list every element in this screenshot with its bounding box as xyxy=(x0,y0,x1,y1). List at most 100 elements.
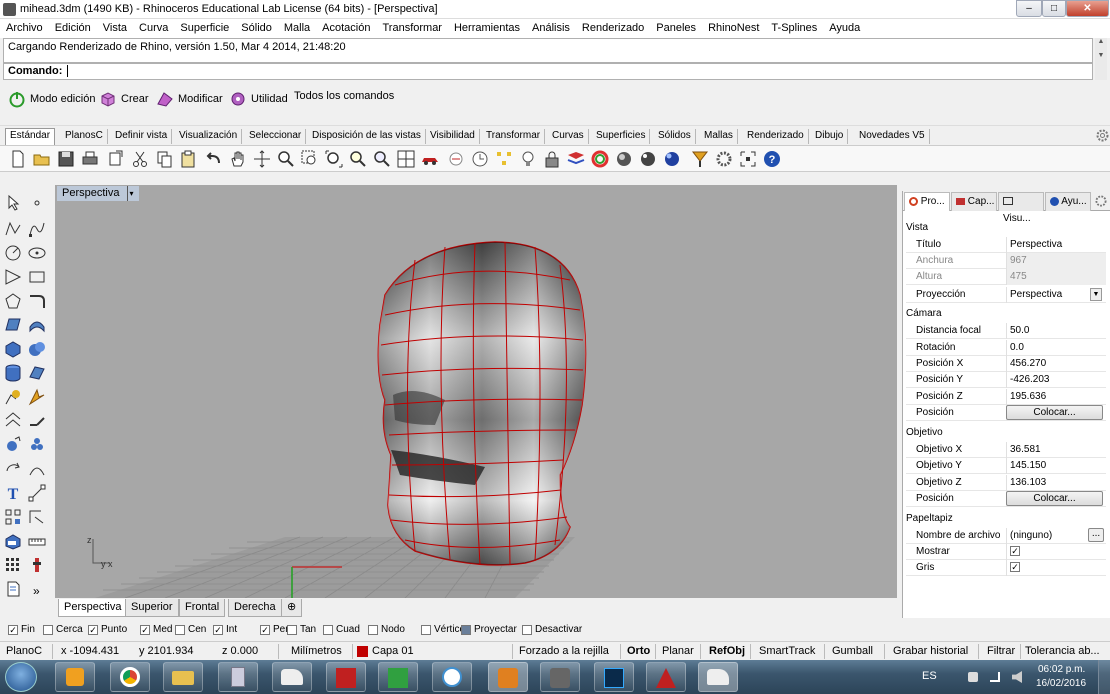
status-gumball[interactable]: Gumball xyxy=(832,645,873,657)
osnap-vertice[interactable]: Vértice xyxy=(421,624,465,635)
tab-help[interactable]: Ayu... xyxy=(1045,192,1091,211)
tab-estandar[interactable]: Estándar xyxy=(5,128,56,145)
menu-ayuda[interactable]: Ayuda xyxy=(823,19,866,37)
taskbar-photoshop-icon[interactable] xyxy=(594,662,634,692)
tab-frontal[interactable]: Frontal xyxy=(179,599,226,617)
osnap-checkbox[interactable]: ✓ xyxy=(260,624,270,635)
osnap-cuad[interactable]: Cuad xyxy=(323,624,360,635)
osnap-med[interactable]: ✓ Med xyxy=(140,624,172,635)
curve-icon[interactable] xyxy=(27,219,47,239)
clock-time[interactable]: 06:02 p.m. xyxy=(1038,664,1085,675)
pan-hand-icon[interactable] xyxy=(228,149,248,169)
objetivo-x-field[interactable]: 36.581 xyxy=(1006,442,1106,458)
rotacion-field[interactable]: 0.0 xyxy=(1006,340,1106,356)
menu-malla[interactable]: Malla xyxy=(278,19,316,37)
set-view-icon[interactable] xyxy=(446,149,466,169)
target-place-button[interactable]: Colocar... xyxy=(1006,491,1103,506)
rotate-view-icon[interactable] xyxy=(252,149,272,169)
text-icon[interactable]: T xyxy=(3,483,23,503)
rectangle-icon[interactable] xyxy=(27,267,47,287)
tab-planosc[interactable]: PlanosC xyxy=(61,129,108,144)
tab-renderizado[interactable]: Renderizado xyxy=(743,129,809,144)
menu-paneles[interactable]: Paneles xyxy=(650,19,702,37)
open-folder-icon[interactable] xyxy=(32,149,52,169)
new-file-icon[interactable] xyxy=(8,149,28,169)
menu-herramientas[interactable]: Herramientas xyxy=(448,19,526,37)
rhino-app-icon[interactable] xyxy=(3,3,16,16)
minimize-button[interactable]: – xyxy=(1016,0,1042,17)
panel-gear-icon[interactable] xyxy=(1095,195,1107,207)
explode-icon[interactable] xyxy=(27,387,47,407)
shell-icon[interactable] xyxy=(3,435,23,455)
four-views-icon[interactable] xyxy=(396,149,416,169)
zoom-window-icon[interactable] xyxy=(300,149,320,169)
posicion-x-field[interactable]: 456.270 xyxy=(1006,356,1106,372)
tab-perspectiva[interactable]: Perspectiva xyxy=(58,599,128,617)
project-icon[interactable] xyxy=(27,507,47,527)
cylinder-icon[interactable] xyxy=(3,363,23,383)
perspective-viewport[interactable]: z y x xyxy=(55,185,897,598)
volume-icon[interactable] xyxy=(1012,671,1022,683)
blue-sphere-icon[interactable] xyxy=(662,149,682,169)
surface-icon[interactable] xyxy=(3,315,23,335)
select-points-icon[interactable] xyxy=(494,149,514,169)
tab-curvas[interactable]: Curvas xyxy=(548,129,589,144)
lock-icon[interactable] xyxy=(542,149,562,169)
select-arrow-icon[interactable] xyxy=(3,193,23,213)
fillet-icon[interactable] xyxy=(27,291,47,311)
command-scrollbar[interactable]: ▲ ▼ xyxy=(1095,38,1107,80)
tab-solidos[interactable]: Sólidos xyxy=(654,129,696,144)
menu-edicion[interactable]: Edición xyxy=(49,19,97,37)
zoom-selected-icon[interactable] xyxy=(348,149,368,169)
osnap-tan[interactable]: Tan xyxy=(287,624,316,635)
boolean-union-icon[interactable] xyxy=(27,339,47,359)
objetivo-y-field[interactable]: 145.150 xyxy=(1006,458,1106,474)
taskbar-vray-icon[interactable] xyxy=(646,662,686,692)
osnap-punto[interactable]: ✓ Punto xyxy=(88,624,127,635)
polyline-icon[interactable] xyxy=(3,219,23,239)
lightbulb-icon[interactable] xyxy=(518,149,538,169)
tab-novedades[interactable]: Novedades V5 xyxy=(855,129,930,144)
print-icon[interactable] xyxy=(80,149,100,169)
language-indicator[interactable]: ES xyxy=(922,670,937,682)
osnap-cen[interactable]: Cen xyxy=(175,624,206,635)
status-layer[interactable]: Capa 01 xyxy=(372,645,414,657)
render-sphere-icon[interactable] xyxy=(638,149,658,169)
polygon-icon[interactable] xyxy=(3,291,23,311)
tab-transformar[interactable]: Transformar xyxy=(482,129,546,144)
show-desktop-button[interactable] xyxy=(1098,660,1110,694)
copy-icon[interactable] xyxy=(154,149,174,169)
osnap-checkbox[interactable]: ✓ xyxy=(213,624,223,635)
osnap-checkbox[interactable] xyxy=(43,624,53,635)
posicion-z-field[interactable]: 195.636 xyxy=(1006,389,1106,405)
head-model[interactable] xyxy=(377,241,587,566)
grid-dots-icon[interactable] xyxy=(3,555,23,575)
objetivo-z-field[interactable]: 136.103 xyxy=(1006,475,1106,491)
osnap-checkbox[interactable] xyxy=(323,624,333,635)
arc-icon[interactable] xyxy=(3,267,23,287)
dimension-icon[interactable] xyxy=(27,483,47,503)
camera-place-button[interactable]: Colocar... xyxy=(1006,405,1103,420)
add-tab-icon[interactable]: ⊕ xyxy=(281,599,303,617)
shaded-sphere-icon[interactable] xyxy=(614,149,634,169)
clock-date[interactable]: 16/02/2016 xyxy=(1036,678,1086,689)
focal-field[interactable]: 50.0 xyxy=(1006,323,1106,339)
menu-tsplines[interactable]: T-Splines xyxy=(765,19,823,37)
osnap-proyectar[interactable]: Proyectar xyxy=(461,624,517,635)
taskbar-rhino-active-icon[interactable] xyxy=(698,662,738,692)
osnap-checkbox[interactable] xyxy=(461,624,471,635)
more-tools-chevron-icon[interactable]: » xyxy=(33,584,53,604)
join-icon[interactable] xyxy=(27,411,47,431)
status-history[interactable]: Grabar historial xyxy=(893,645,968,657)
mesh-icon[interactable] xyxy=(27,363,47,383)
utility-button[interactable]: Utilidad xyxy=(229,90,288,108)
osnap-checkbox[interactable] xyxy=(287,624,297,635)
status-osnap[interactable]: RefObj xyxy=(709,645,745,657)
taskbar-sublime-icon[interactable] xyxy=(488,662,528,692)
osnap-checkbox[interactable] xyxy=(175,624,185,635)
osnap-checkbox[interactable] xyxy=(368,624,378,635)
create-button[interactable]: Crear xyxy=(99,90,149,108)
car-icon[interactable] xyxy=(420,149,440,169)
menu-archivo[interactable]: Archivo xyxy=(0,19,49,37)
status-plane[interactable]: PlanoC xyxy=(6,645,42,657)
